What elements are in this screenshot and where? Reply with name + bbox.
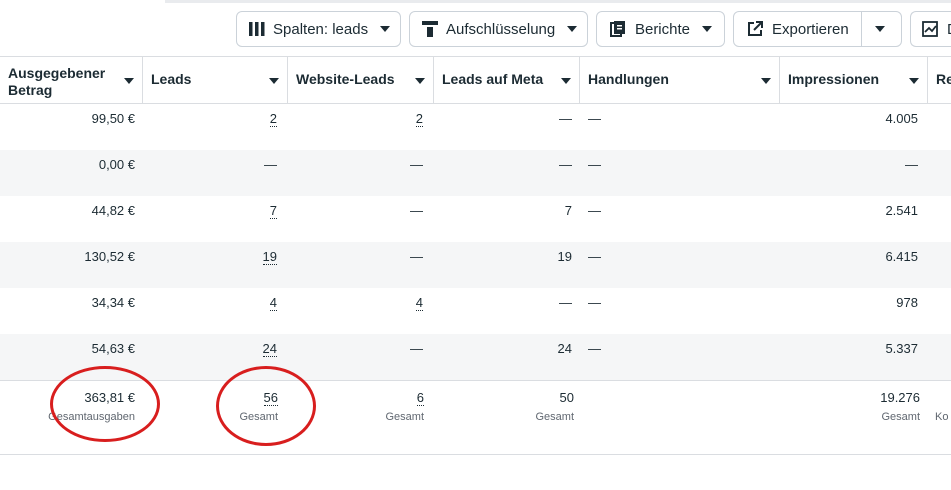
breakdown-icon xyxy=(422,20,438,38)
cell-website-leads[interactable]: 2 xyxy=(288,104,423,127)
cell-meta-leads: — xyxy=(559,157,572,172)
total-reach: Ko xyxy=(935,411,949,423)
cell-meta-leads: 19 xyxy=(557,249,572,264)
trend-chart-icon xyxy=(921,20,939,38)
table-row[interactable]: 130,52 € 19 — 19 — 6.415 xyxy=(0,242,951,288)
table-header: Ausgegebener Betrag Leads Website-Leads … xyxy=(0,56,951,104)
cell-actions: — xyxy=(588,295,601,310)
cell-actions: — xyxy=(588,249,601,264)
table-row[interactable]: 54,63 € 24 — 24 — 5.337 xyxy=(0,334,951,380)
cell-impressions: 5.337 xyxy=(885,341,918,356)
columns-label: Spalten: leads xyxy=(273,20,369,38)
sort-caret-icon xyxy=(909,78,919,84)
breakdown-label: Aufschlüsselung xyxy=(446,20,556,38)
column-header-reach[interactable]: Re xyxy=(928,57,951,104)
cell-impressions: — xyxy=(905,157,918,172)
column-header-website-leads[interactable]: Website-Leads xyxy=(288,57,434,104)
cell-actions: — xyxy=(588,203,601,218)
table-row[interactable]: 44,82 € 7 — 7 — 2.541 xyxy=(0,196,951,242)
cell-website-leads: — xyxy=(410,341,423,356)
cell-actions: — xyxy=(588,111,601,126)
toolbar: Spalten: leads Aufschlüsselung Berichte … xyxy=(236,11,951,47)
top-strip xyxy=(0,0,951,4)
cell-leads[interactable]: 2 xyxy=(143,104,277,127)
cell-website-leads: — xyxy=(410,249,423,264)
export-dropdown-button[interactable] xyxy=(862,12,898,46)
column-header-spend[interactable]: Ausgegebener Betrag xyxy=(0,57,143,104)
reports-icon xyxy=(609,20,627,38)
column-header-actions[interactable]: Handlungen xyxy=(580,57,780,104)
cell-website-leads: — xyxy=(410,203,423,218)
export-button[interactable]: Exportieren xyxy=(734,12,862,46)
cell-spend: 130,52 € xyxy=(84,249,135,264)
table-row[interactable]: 34,34 € 4 4 — — 978 xyxy=(0,288,951,334)
columns-icon xyxy=(249,20,265,38)
cell-website-leads: — xyxy=(410,157,423,172)
chevron-down-icon xyxy=(567,26,578,32)
cell-leads[interactable]: 7 xyxy=(143,196,277,219)
total-website-leads[interactable]: 6 Gesamt xyxy=(288,390,424,423)
cell-leads[interactable]: 24 xyxy=(143,334,277,357)
export-label: Exportieren xyxy=(772,20,849,38)
total-meta-leads: 50 Gesamt xyxy=(535,390,574,423)
table-body: 99,50 € 2 2 — — 4.005 0,00 € — — — — — 44,82 € 7 — 7 — 2.… xyxy=(0,104,951,380)
cell-spend: 34,34 € xyxy=(91,295,135,310)
charts-button[interactable]: D xyxy=(910,11,951,47)
totals-row: 363,81 € Gesamtausgaben 56 Gesamt 6 Gesa… xyxy=(0,380,951,455)
sort-caret-icon xyxy=(761,78,771,84)
column-header-meta-leads[interactable]: Leads auf Meta xyxy=(434,57,580,104)
chevron-down-icon xyxy=(874,26,885,32)
cell-actions: — xyxy=(588,157,601,172)
cell-actions: — xyxy=(588,341,601,356)
cell-spend: 44,82 € xyxy=(91,203,135,218)
cell-spend: 0,00 € xyxy=(98,157,135,172)
charts-label: D xyxy=(947,21,951,38)
reports-label: Berichte xyxy=(634,20,690,38)
cell-leads[interactable]: 4 xyxy=(143,288,277,311)
export-icon xyxy=(746,20,764,38)
export-button-group: Exportieren xyxy=(733,11,902,47)
table-row[interactable]: 0,00 € — — — — — xyxy=(0,150,951,196)
breakdown-button[interactable]: Aufschlüsselung xyxy=(409,11,588,47)
table-row[interactable]: 99,50 € 2 2 — — 4.005 xyxy=(0,104,951,150)
cell-meta-leads: 24 xyxy=(557,341,572,356)
cell-meta-leads: 7 xyxy=(564,203,572,218)
cell-meta-leads: — xyxy=(559,295,572,310)
column-header-leads[interactable]: Leads xyxy=(143,57,288,104)
cell-website-leads[interactable]: 4 xyxy=(288,288,423,311)
results-table: Ausgegebener Betrag Leads Website-Leads … xyxy=(0,56,951,455)
cell-leads: — xyxy=(264,157,277,172)
reports-button[interactable]: Berichte xyxy=(596,11,725,47)
cell-impressions: 2.541 xyxy=(885,203,918,218)
chevron-down-icon xyxy=(380,26,391,32)
sort-caret-icon xyxy=(124,78,134,84)
column-header-impressions[interactable]: Impressionen xyxy=(780,57,928,104)
sort-caret-icon xyxy=(415,78,425,84)
cell-impressions: 6.415 xyxy=(885,249,918,264)
sort-caret-icon xyxy=(269,78,279,84)
columns-button[interactable]: Spalten: leads xyxy=(236,11,401,47)
cell-leads[interactable]: 19 xyxy=(143,242,277,265)
cell-spend: 54,63 € xyxy=(91,341,135,356)
total-spend: 363,81 € Gesamtausgaben xyxy=(48,390,135,423)
cell-meta-leads: — xyxy=(559,111,572,126)
total-impressions: 19.276 Gesamt xyxy=(880,390,920,423)
cell-impressions: 4.005 xyxy=(885,111,918,126)
cell-impressions: 978 xyxy=(896,295,918,310)
total-leads[interactable]: 56 Gesamt xyxy=(143,390,278,423)
cell-spend: 99,50 € xyxy=(91,111,135,126)
chevron-down-icon xyxy=(702,26,712,32)
sort-caret-icon xyxy=(561,78,571,84)
